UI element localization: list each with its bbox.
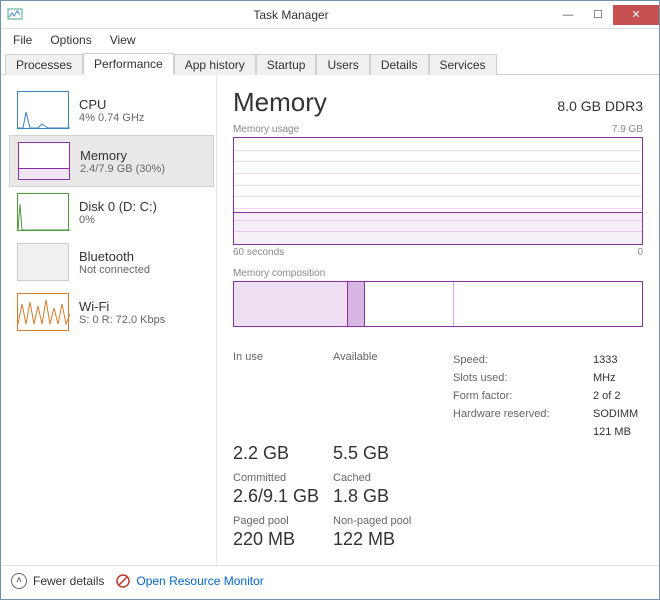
slots-value: 2 of 2 <box>593 387 643 405</box>
memory-thumbnail <box>18 142 70 180</box>
maximize-button[interactable]: ☐ <box>583 5 613 25</box>
comp-standby <box>365 282 455 326</box>
tab-details[interactable]: Details <box>370 54 429 75</box>
page-title: Memory <box>233 87 327 118</box>
minimize-button[interactable]: — <box>553 5 583 25</box>
memory-composition-bar <box>233 281 643 327</box>
kv-labels: Speed: Slots used: Form factor: Hardware… <box>453 351 593 441</box>
menu-file[interactable]: File <box>5 31 40 49</box>
titlebar: Task Manager — ☐ ✕ <box>1 1 659 29</box>
usage-axis: 60 seconds 0 <box>233 247 643 258</box>
chevron-up-icon: ˄ <box>11 573 27 589</box>
in-use-label: In use <box>233 351 333 441</box>
sidebar-disk-labels: Disk 0 (D: C:) 0% <box>79 193 157 231</box>
slots-label: Slots used: <box>453 369 593 387</box>
form-value: SODIMM <box>593 405 643 423</box>
sidebar-wifi-sub: S: 0 R: 72.0 Kbps <box>79 314 165 326</box>
tab-services[interactable]: Services <box>429 54 497 75</box>
wifi-thumbnail <box>17 293 69 331</box>
comp-in-use <box>234 282 348 326</box>
open-resource-monitor-link[interactable]: Open Resource Monitor <box>116 574 263 588</box>
sidebar-bluetooth-sub: Not connected <box>79 264 150 276</box>
kv-values: 1333 MHz 2 of 2 SODIMM 121 MB <box>593 351 643 441</box>
sidebar-bluetooth-labels: Bluetooth Not connected <box>79 243 150 281</box>
nonpaged-label: Non-paged pool <box>333 515 453 527</box>
tab-startup[interactable]: Startup <box>256 54 317 75</box>
available-value: 5.5 GB <box>333 443 453 464</box>
window-title: Task Manager <box>29 8 553 22</box>
tab-processes[interactable]: Processes <box>5 54 83 75</box>
usage-max: 7.9 GB <box>612 124 643 135</box>
cached-value: 1.8 GB <box>333 486 453 507</box>
sidebar-wifi-labels: Wi-Fi S: 0 R: 72.0 Kbps <box>79 293 165 331</box>
hw-value: 121 MB <box>593 423 643 441</box>
sidebar-disk-title: Disk 0 (D: C:) <box>79 199 157 214</box>
available-label: Available <box>333 351 453 441</box>
open-resource-monitor-label: Open Resource Monitor <box>136 574 263 588</box>
memory-usage-graph <box>233 137 643 245</box>
usage-fill <box>234 212 642 244</box>
sidebar-cpu-title: CPU <box>79 97 144 112</box>
menu-view[interactable]: View <box>102 31 144 49</box>
committed-value: 2.6/9.1 GB <box>233 486 333 507</box>
sidebar-disk-sub: 0% <box>79 214 157 226</box>
stats-grid: In use Available Speed: Slots used: Form… <box>233 351 643 556</box>
speed-label: Speed: <box>453 351 593 369</box>
window-controls: — ☐ ✕ <box>553 5 659 25</box>
close-button[interactable]: ✕ <box>613 5 659 25</box>
menu-options[interactable]: Options <box>42 31 99 49</box>
hw-label: Hardware reserved: <box>453 405 593 423</box>
sidebar-bluetooth-title: Bluetooth <box>79 249 150 264</box>
tab-app-history[interactable]: App history <box>174 54 256 75</box>
composition-label: Memory composition <box>233 268 643 279</box>
axis-right: 0 <box>637 247 643 258</box>
app-icon <box>7 7 23 23</box>
cached-label: Cached <box>333 472 453 484</box>
form-label: Form factor: <box>453 387 593 405</box>
disk-thumbnail <box>17 193 69 231</box>
in-use-value: 2.2 GB <box>233 443 333 464</box>
main-panel: Memory 8.0 GB DDR3 Memory usage 7.9 GB 6… <box>217 75 659 565</box>
bluetooth-thumbnail <box>17 243 69 281</box>
sidebar-memory-title: Memory <box>80 148 165 163</box>
content: CPU 4% 0.74 GHz Memory 2.4/7.9 GB (30%) … <box>1 75 659 565</box>
sidebar-item-memory[interactable]: Memory 2.4/7.9 GB (30%) <box>9 135 214 187</box>
paged-label: Paged pool <box>233 515 333 527</box>
fewer-details-label: Fewer details <box>33 574 104 588</box>
fewer-details-button[interactable]: ˄ Fewer details <box>11 573 104 589</box>
paged-value: 220 MB <box>233 529 333 550</box>
sidebar-memory-labels: Memory 2.4/7.9 GB (30%) <box>80 142 165 180</box>
tab-performance[interactable]: Performance <box>83 53 174 75</box>
sidebar-item-disk[interactable]: Disk 0 (D: C:) 0% <box>9 187 214 237</box>
sidebar-item-bluetooth[interactable]: Bluetooth Not connected <box>9 237 214 287</box>
cpu-thumbnail <box>17 91 69 129</box>
tabbar: Processes Performance App history Startu… <box>1 51 659 75</box>
usage-label: Memory usage <box>233 124 299 135</box>
sidebar: CPU 4% 0.74 GHz Memory 2.4/7.9 GB (30%) … <box>7 75 217 565</box>
nonpaged-value: 122 MB <box>333 529 453 550</box>
sidebar-memory-sub: 2.4/7.9 GB (30%) <box>80 163 165 175</box>
comp-modified <box>348 282 364 326</box>
speed-value: 1333 MHz <box>593 351 643 387</box>
sidebar-cpu-sub: 4% 0.74 GHz <box>79 112 144 124</box>
committed-label: Committed <box>233 472 333 484</box>
usage-label-row: Memory usage 7.9 GB <box>233 124 643 135</box>
axis-left: 60 seconds <box>233 247 284 258</box>
main-header: Memory 8.0 GB DDR3 <box>233 87 643 118</box>
sidebar-item-cpu[interactable]: CPU 4% 0.74 GHz <box>9 85 214 135</box>
menubar: File Options View <box>1 29 659 51</box>
memory-capacity: 8.0 GB DDR3 <box>557 98 643 114</box>
sidebar-item-wifi[interactable]: Wi-Fi S: 0 R: 72.0 Kbps <box>9 287 214 337</box>
sidebar-cpu-labels: CPU 4% 0.74 GHz <box>79 91 144 129</box>
footer: ˄ Fewer details Open Resource Monitor <box>1 565 659 595</box>
resource-monitor-icon <box>116 574 130 588</box>
sidebar-wifi-title: Wi-Fi <box>79 299 165 314</box>
tab-users[interactable]: Users <box>316 54 369 75</box>
